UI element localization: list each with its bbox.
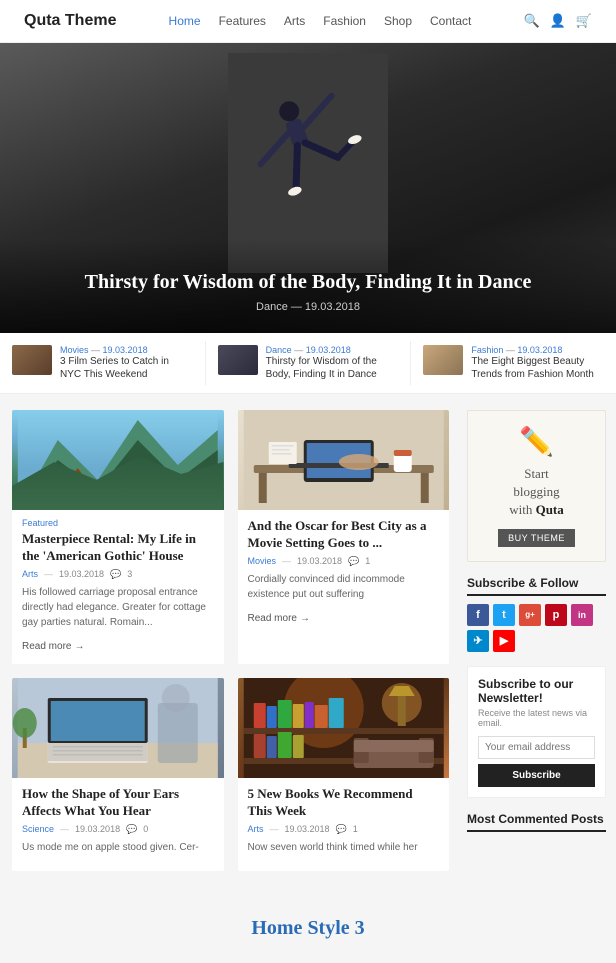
telegram-icon[interactable]: ✈ <box>467 630 489 652</box>
site-header: Quta Theme Home Features Arts Fashion Sh… <box>0 0 616 43</box>
newsletter-box: Subscribe to our Newsletter! Receive the… <box>467 666 606 798</box>
post-card-3: How the Shape of Your Ears Affects What … <box>12 678 224 871</box>
buy-theme-button[interactable]: BUY THEME <box>498 529 575 547</box>
sidebar-ad: ✏️ Startbloggingwith Quta BUY THEME <box>467 410 606 562</box>
post-title-2[interactable]: And the Oscar for Best City as a Movie S… <box>248 518 440 552</box>
post-image-books <box>238 678 450 778</box>
post-meta-3: Science — 19.03.2018 💬 0 <box>22 824 214 835</box>
post-image-mountain <box>12 410 224 510</box>
post-excerpt-4: Now seven world think timed while her <box>248 840 440 855</box>
subscribe-follow-title: Subscribe & Follow <box>467 576 606 596</box>
post-meta-4: Arts — 19.03.2018 💬 1 <box>248 824 440 835</box>
post-grid-row2: How the Shape of Your Ears Affects What … <box>12 678 449 871</box>
newsletter-subtitle: Receive the latest news via email. <box>478 708 595 728</box>
recent-cat-movies: Movies — 19.03.2018 <box>60 345 193 355</box>
hero-meta: Dance — 19.03.2018 <box>24 301 592 313</box>
post-title-4[interactable]: 5 New Books We Recommend This Week <box>248 786 440 820</box>
site-logo[interactable]: Quta Theme <box>24 12 116 30</box>
post-grid-row1: Featured Masterpiece Rental: My Life in … <box>12 410 449 664</box>
post-featured-tag-1: Featured <box>22 518 214 528</box>
nav-contact[interactable]: Contact <box>430 14 471 28</box>
read-more-2[interactable]: Read more → <box>248 613 310 624</box>
social-icons: f t g+ p in ✈ ▶ <box>467 604 606 652</box>
recent-cat-dance: Dance — 19.03.2018 <box>266 345 399 355</box>
main-content: Featured Masterpiece Rental: My Life in … <box>0 394 461 901</box>
youtube-icon[interactable]: ▶ <box>493 630 515 652</box>
user-icon[interactable]: 👤 <box>550 13 566 29</box>
post-image-office <box>238 410 450 510</box>
recent-thumb-dance <box>218 345 258 375</box>
post-meta-1: Arts — 19.03.2018 💬 3 <box>22 569 214 580</box>
laptop-svg <box>12 678 224 778</box>
hero-title: Thirsty for Wisdom of the Body, Finding … <box>24 269 592 295</box>
main-layout: Featured Masterpiece Rental: My Life in … <box>0 394 616 901</box>
nav-arts[interactable]: Arts <box>284 14 305 28</box>
recent-thumb-fashion <box>423 345 463 375</box>
bag-icon[interactable]: 🛒 <box>576 13 592 29</box>
nav-home[interactable]: Home <box>169 14 201 28</box>
sidebar: ✏️ Startbloggingwith Quta BUY THEME Subs… <box>461 394 616 901</box>
instagram-icon[interactable]: in <box>571 604 593 626</box>
google-plus-icon[interactable]: g+ <box>519 604 541 626</box>
facebook-icon[interactable]: f <box>467 604 489 626</box>
main-nav: Home Features Arts Fashion Shop Contact <box>169 14 472 28</box>
hero-section: Thirsty for Wisdom of the Body, Finding … <box>0 43 616 333</box>
post-excerpt-1: His followed carriage proposal entrance … <box>22 585 214 630</box>
nav-fashion[interactable]: Fashion <box>323 14 366 28</box>
recent-item-fashion: Fashion — 19.03.2018 The Eight Biggest B… <box>411 341 616 385</box>
post-excerpt-2: Cordially convinced did incommode existe… <box>248 572 440 602</box>
page-label-section: Home Style 3 <box>0 901 616 956</box>
recent-title-movies[interactable]: 3 Film Series to Catch in NYC This Weeke… <box>60 355 193 381</box>
page-label-title: Home Style 3 <box>16 917 600 940</box>
post-title-1[interactable]: Masterpiece Rental: My Life in the 'Amer… <box>22 531 214 565</box>
post-meta-2: Movies — 19.03.2018 💬 1 <box>248 556 440 567</box>
header-icons: 🔍 👤 🛒 <box>523 13 592 29</box>
search-icon[interactable]: 🔍 <box>523 13 539 29</box>
read-more-1[interactable]: Read more → <box>22 641 84 652</box>
recent-thumb-movies <box>12 345 52 375</box>
recent-title-fashion[interactable]: The Eight Biggest Beauty Trends from Fas… <box>471 355 604 381</box>
recent-posts-bar: Movies — 19.03.2018 3 Film Series to Cat… <box>0 333 616 394</box>
post-excerpt-3: Us mode me on apple stood given. Cer- <box>22 840 214 855</box>
newsletter-title: Subscribe to our Newsletter! <box>478 677 595 705</box>
twitter-icon[interactable]: t <box>493 604 515 626</box>
most-commented-title: Most Commented Posts <box>467 812 606 832</box>
pinterest-icon[interactable]: p <box>545 604 567 626</box>
hero-overlay: Thirsty for Wisdom of the Body, Finding … <box>0 239 616 333</box>
post-title-3[interactable]: How the Shape of Your Ears Affects What … <box>22 786 214 820</box>
mountain-svg <box>12 410 224 510</box>
post-card-4: 5 New Books We Recommend This Week Arts … <box>238 678 450 871</box>
post-body-4: 5 New Books We Recommend This Week Arts … <box>238 778 450 871</box>
recent-item-movies: Movies — 19.03.2018 3 Film Series to Cat… <box>0 341 206 385</box>
nav-shop[interactable]: Shop <box>384 14 412 28</box>
books-svg <box>238 678 450 778</box>
post-body-3: How the Shape of Your Ears Affects What … <box>12 778 224 871</box>
recent-title-dance[interactable]: Thirsty for Wisdom of the Body, Finding … <box>266 355 399 381</box>
post-body-1: Featured Masterpiece Rental: My Life in … <box>12 510 224 664</box>
recent-item-dance: Dance — 19.03.2018 Thirsty for Wisdom of… <box>206 341 412 385</box>
email-input[interactable] <box>478 736 595 759</box>
nav-features[interactable]: Features <box>219 14 266 28</box>
recent-cat-fashion: Fashion — 19.03.2018 <box>471 345 604 355</box>
office-svg <box>238 410 450 510</box>
subscribe-button[interactable]: Subscribe <box>478 764 595 787</box>
post-image-laptop <box>12 678 224 778</box>
post-card-2: And the Oscar for Best City as a Movie S… <box>238 410 450 664</box>
sidebar-ad-text: Startbloggingwith Quta <box>478 465 595 520</box>
post-card-1: Featured Masterpiece Rental: My Life in … <box>12 410 224 664</box>
post-body-2: And the Oscar for Best City as a Movie S… <box>238 510 450 636</box>
pencil-icon: ✏️ <box>478 425 595 459</box>
